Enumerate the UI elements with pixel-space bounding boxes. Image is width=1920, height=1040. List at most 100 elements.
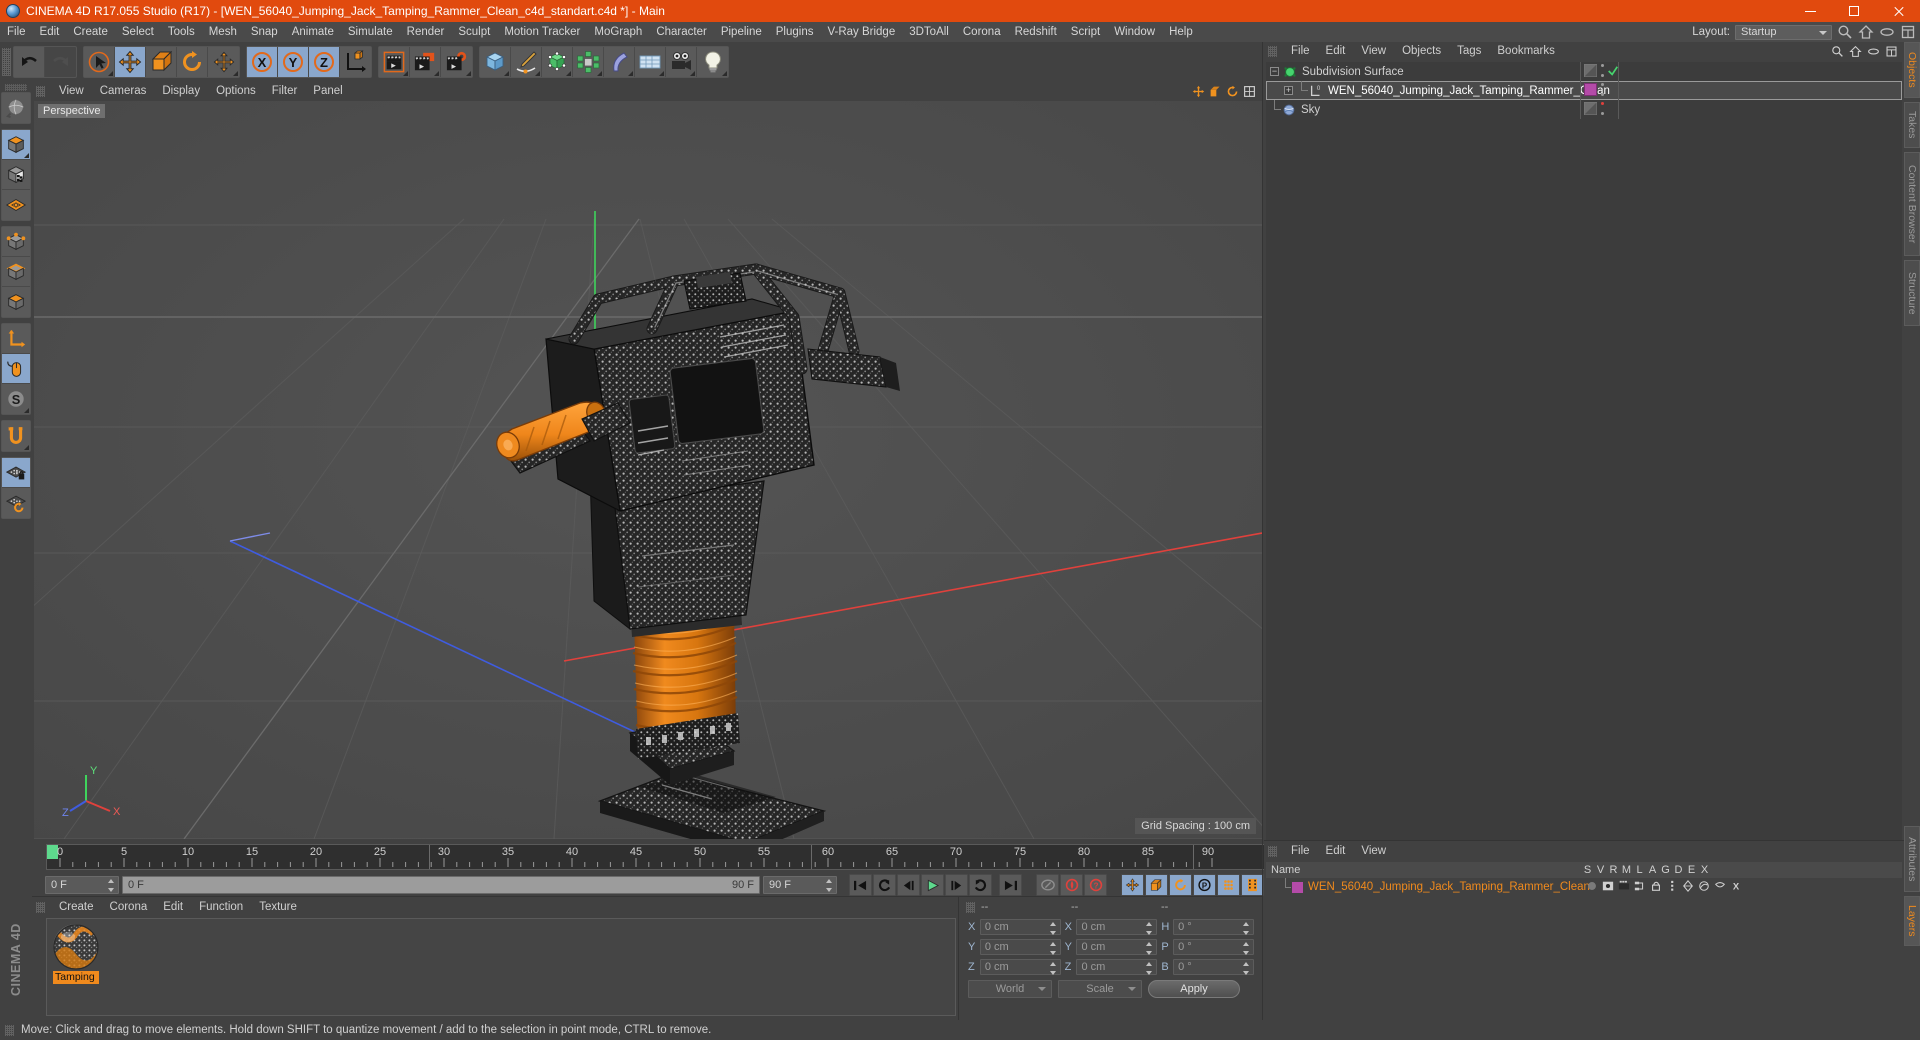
- size-y-field[interactable]: 0 cm: [1076, 938, 1158, 955]
- previous-key-button[interactable]: [873, 874, 896, 896]
- material-menu-texture[interactable]: Texture: [251, 898, 305, 916]
- tab-takes[interactable]: Takes: [1904, 102, 1920, 148]
- timeline-scrubber[interactable]: 0 F 90 F: [122, 876, 760, 894]
- coordinate-grip[interactable]: [966, 901, 975, 913]
- nurbs-button[interactable]: [542, 47, 573, 77]
- light-button[interactable]: [697, 47, 728, 77]
- render-picture-viewer-button[interactable]: [410, 47, 441, 77]
- generator-icon[interactable]: [1682, 880, 1694, 892]
- status-grip[interactable]: [5, 1024, 14, 1036]
- home-icon[interactable]: [1858, 24, 1874, 40]
- menu-item-script[interactable]: Script: [1064, 22, 1107, 42]
- axis-x-button[interactable]: X: [247, 47, 278, 77]
- panel-separator-horizontal[interactable]: [32, 896, 1262, 897]
- menu-item-help[interactable]: Help: [1162, 22, 1200, 42]
- position-key-button[interactable]: [1121, 874, 1144, 896]
- object-row-subdivision-surface[interactable]: − Subdivision Surface: [1266, 62, 1902, 81]
- xpresso-icon[interactable]: X: [1730, 880, 1742, 892]
- material-menu-edit[interactable]: Edit: [155, 898, 191, 916]
- edges-mode-button[interactable]: [2, 257, 30, 287]
- maximize-button[interactable]: [1832, 0, 1876, 22]
- scale-view-icon[interactable]: [1209, 85, 1222, 98]
- tab-content-browser[interactable]: Content Browser: [1904, 152, 1920, 256]
- object-row-sky[interactable]: Sky: [1266, 100, 1902, 119]
- spline-pen-button[interactable]: [511, 47, 542, 77]
- scale-button[interactable]: [146, 47, 177, 77]
- rot-h-spinner[interactable]: [1242, 921, 1250, 935]
- visibility-toggle[interactable]: [1600, 102, 1604, 115]
- bend-deformer-button[interactable]: [604, 47, 635, 77]
- viewport-menu-view[interactable]: View: [51, 82, 92, 100]
- search-icon[interactable]: [1831, 45, 1844, 58]
- maximize-view-icon[interactable]: [1243, 85, 1256, 98]
- cube-primitive-button[interactable]: [480, 47, 511, 77]
- object-menu-edit[interactable]: Edit: [1318, 42, 1354, 60]
- panel-separator-vertical-2[interactable]: [958, 896, 959, 1020]
- object-manager-grip[interactable]: [1268, 45, 1277, 57]
- current-frame-spinner[interactable]: [108, 879, 115, 892]
- texture-mode-button[interactable]: [2, 160, 30, 190]
- pos-z-spinner[interactable]: [1049, 961, 1057, 975]
- material-list[interactable]: Tamping: [46, 918, 956, 1016]
- undo-view-button[interactable]: [2, 93, 30, 123]
- rot-p-field[interactable]: 0 °: [1173, 938, 1254, 955]
- panel-separator-horizontal-2[interactable]: [1264, 840, 1904, 841]
- menu-item-edit[interactable]: Edit: [33, 22, 67, 42]
- workplane-mode-button[interactable]: [2, 190, 30, 220]
- material-item[interactable]: Tamping: [53, 924, 99, 984]
- material-grip[interactable]: [36, 901, 45, 913]
- render-icon[interactable]: [1618, 880, 1630, 892]
- polygons-mode-button[interactable]: [2, 287, 30, 317]
- rotation-key-button[interactable]: [1169, 874, 1192, 896]
- play-forward-button[interactable]: [921, 874, 944, 896]
- menu-item-motion-tracker[interactable]: Motion Tracker: [497, 22, 587, 42]
- undo-button[interactable]: [14, 47, 45, 77]
- rot-b-spinner[interactable]: [1242, 961, 1250, 975]
- visibility-toggle[interactable]: [1600, 64, 1604, 77]
- home-icon[interactable]: [1849, 45, 1862, 58]
- model-mode-button[interactable]: [2, 130, 30, 160]
- rot-b-field[interactable]: 0 °: [1173, 958, 1254, 975]
- menu-item-sculpt[interactable]: Sculpt: [451, 22, 497, 42]
- menu-item-animate[interactable]: Animate: [285, 22, 341, 42]
- end-frame-field[interactable]: 90 F: [763, 876, 837, 894]
- pos-y-spinner[interactable]: [1049, 941, 1057, 955]
- apply-button[interactable]: Apply: [1148, 980, 1240, 998]
- expand-toggle-icon[interactable]: +: [1284, 86, 1293, 95]
- timeline-filmstrip-button[interactable]: [1241, 874, 1264, 896]
- rotate-view-icon[interactable]: [1226, 85, 1239, 98]
- points-mode-button[interactable]: [2, 227, 30, 257]
- tab-layers[interactable]: Layers: [1904, 896, 1920, 946]
- object-row-wen-rammer[interactable]: + 0 WEN_56040_Jumping_Jack_Tamping_Ramme…: [1266, 81, 1902, 100]
- coordinate-mode-select[interactable]: Scale: [1058, 980, 1142, 998]
- pos-x-field[interactable]: 0 cm: [979, 918, 1061, 935]
- eye-icon[interactable]: [1867, 45, 1880, 58]
- layer-color-swatch[interactable]: [1292, 881, 1303, 893]
- camera-button[interactable]: [666, 47, 697, 77]
- layer-menu-file[interactable]: File: [1283, 842, 1318, 860]
- end-frame-spinner[interactable]: [826, 879, 833, 892]
- object-menu-view[interactable]: View: [1353, 42, 1394, 60]
- workplane-lock-button[interactable]: [2, 458, 30, 488]
- size-y-spinner[interactable]: [1146, 941, 1153, 955]
- menu-item-select[interactable]: Select: [115, 22, 161, 42]
- menu-item-render[interactable]: Render: [400, 22, 452, 42]
- autokeying-button[interactable]: [1060, 874, 1083, 896]
- current-frame-field[interactable]: 0 F: [45, 876, 119, 894]
- viewport-menu-cameras[interactable]: Cameras: [92, 82, 155, 100]
- deformer-icon[interactable]: [1698, 880, 1710, 892]
- viewport-menu-panel[interactable]: Panel: [305, 82, 350, 100]
- menu-item-create[interactable]: Create: [66, 22, 115, 42]
- minimize-button[interactable]: [1788, 0, 1832, 22]
- scale-key-button[interactable]: [1145, 874, 1168, 896]
- eye-icon[interactable]: [1879, 24, 1895, 40]
- size-z-field[interactable]: 0 cm: [1076, 958, 1158, 975]
- panel-separator-vertical[interactable]: [1262, 42, 1263, 1020]
- record-active-objects-button[interactable]: [1036, 874, 1059, 896]
- object-menu-file[interactable]: File: [1283, 42, 1318, 60]
- menu-item-window[interactable]: Window: [1107, 22, 1162, 42]
- left-toolbar-grip[interactable]: [5, 84, 27, 91]
- pos-x-spinner[interactable]: [1049, 921, 1057, 935]
- go-to-end-button[interactable]: [999, 874, 1022, 896]
- move-view-icon[interactable]: [1192, 85, 1205, 98]
